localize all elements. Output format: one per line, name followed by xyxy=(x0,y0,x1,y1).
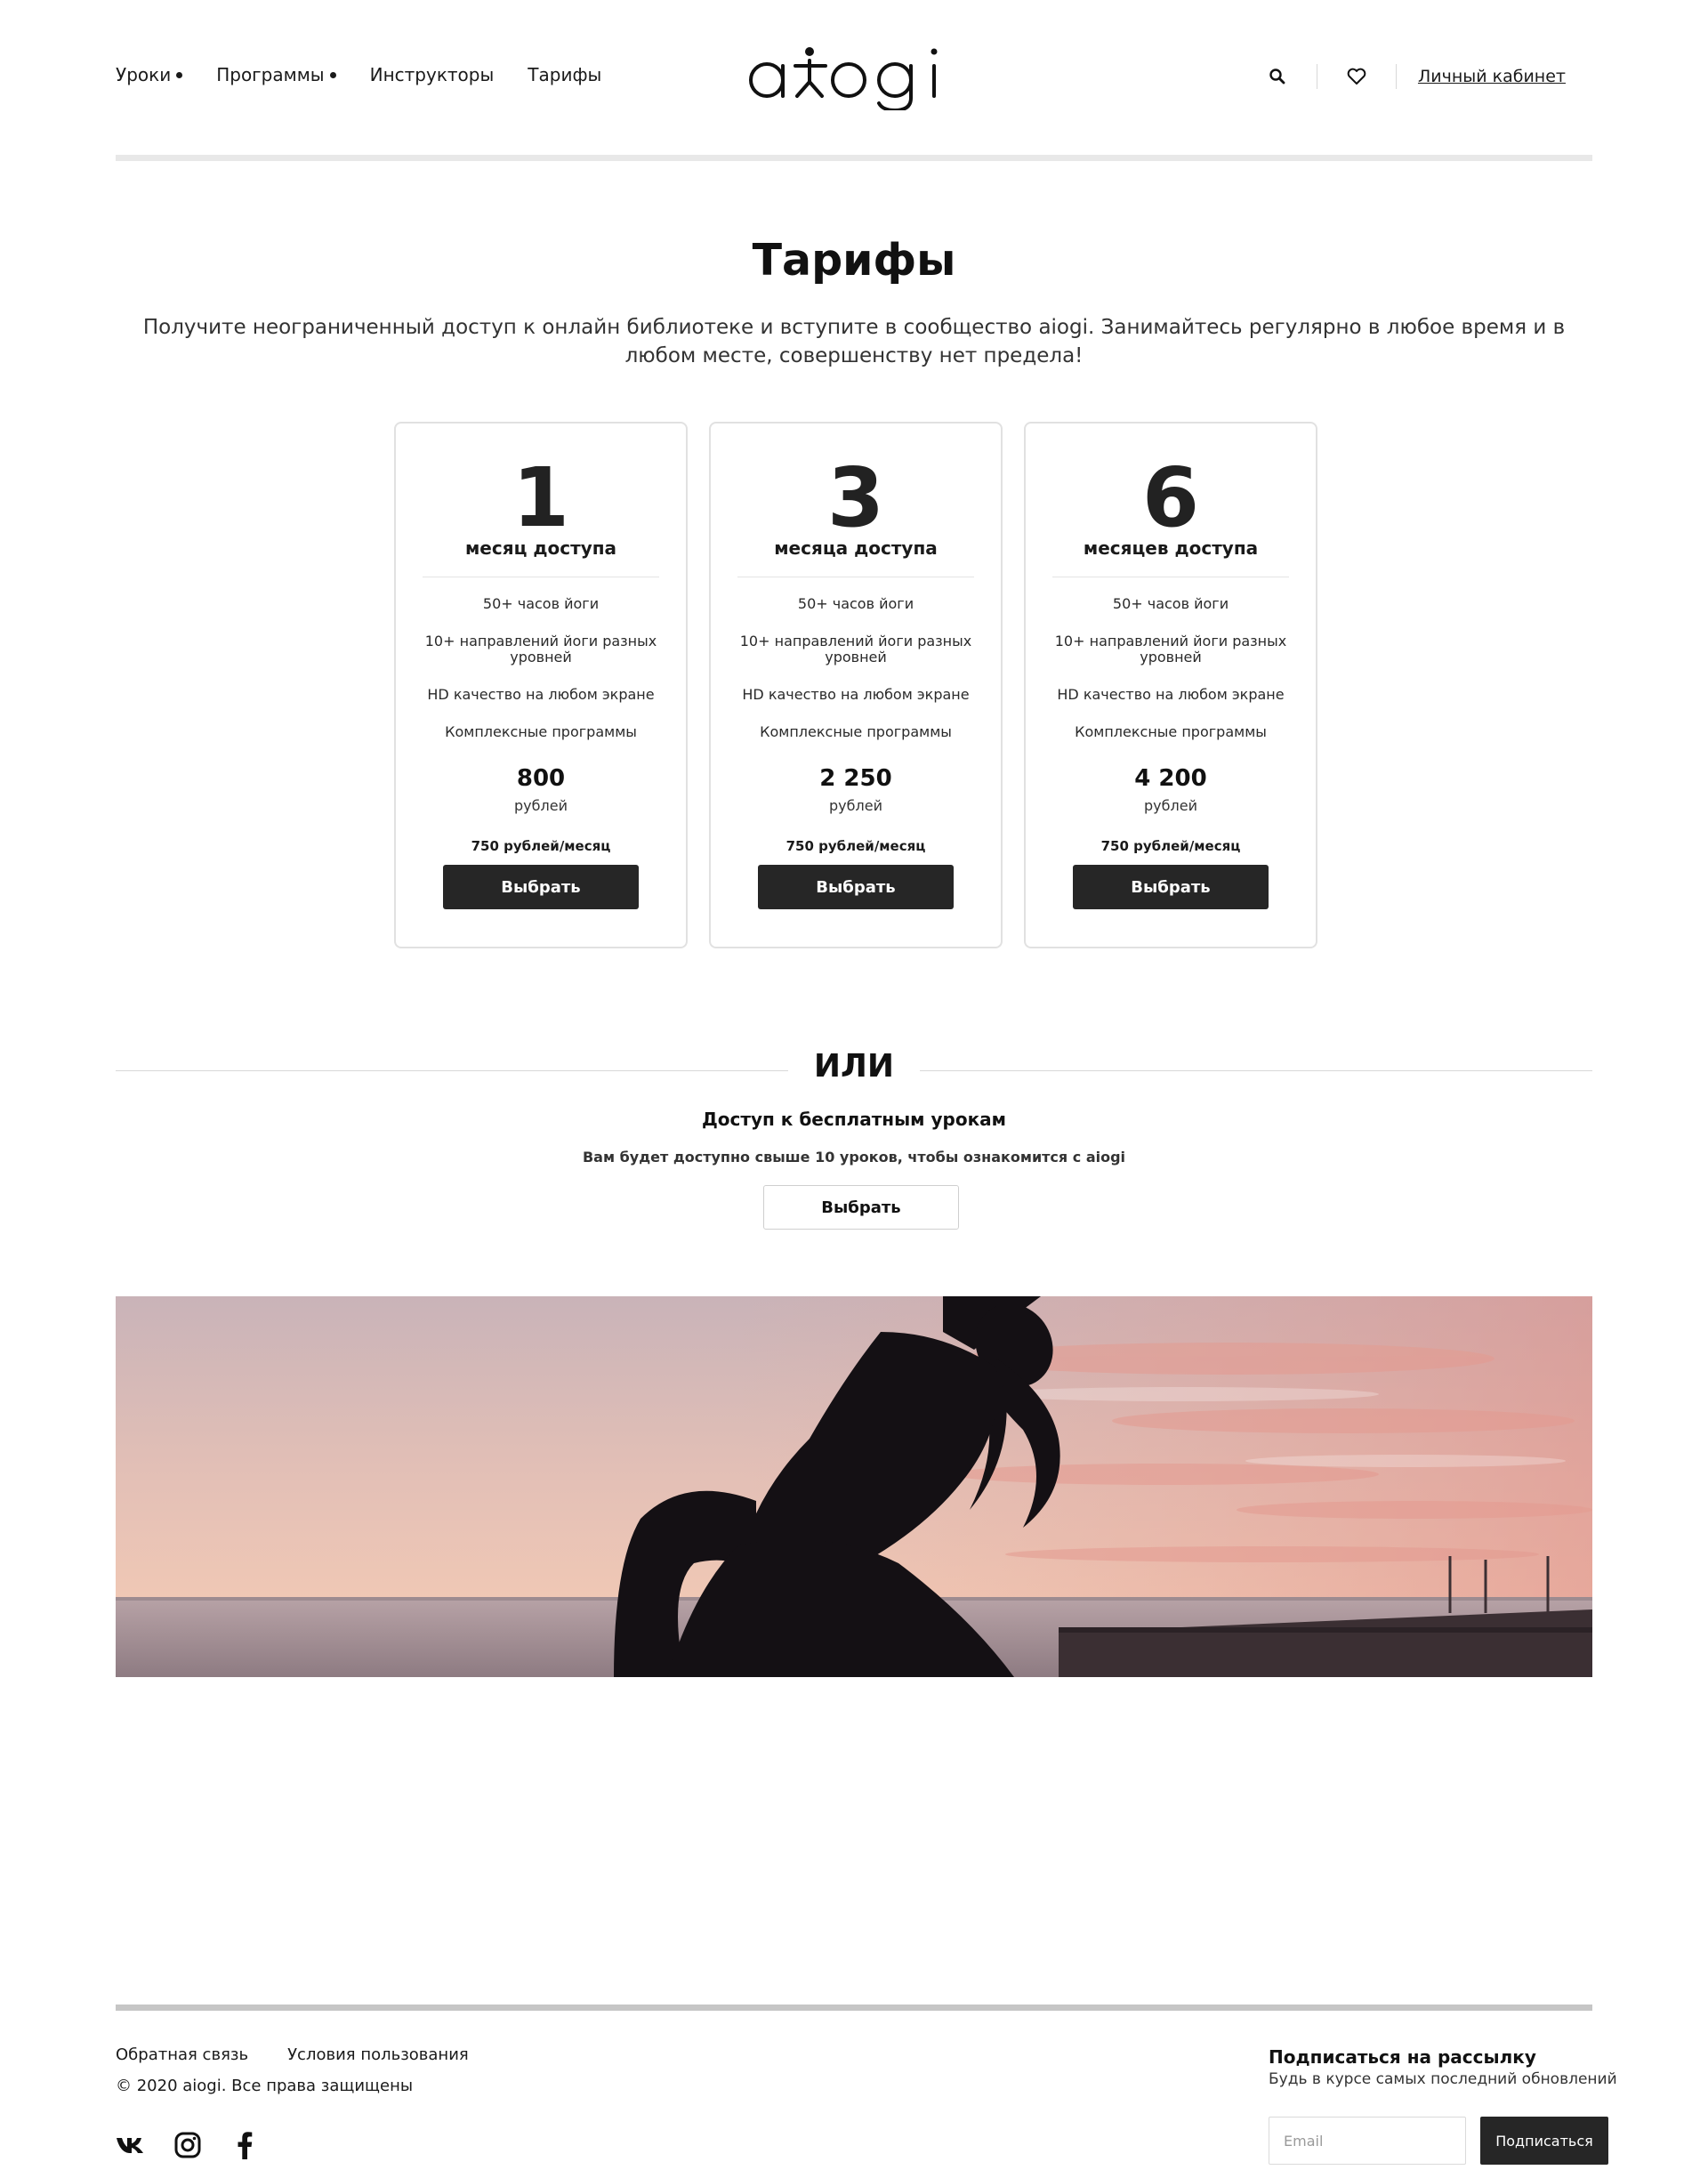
plan-duration-label: месяц доступа xyxy=(464,537,617,559)
plan-feature: HD качество на любом экране xyxy=(427,686,655,703)
divider xyxy=(920,1070,1592,1071)
plan-currency: рублей xyxy=(829,797,882,814)
plan-feature: HD качество на любом экране xyxy=(1057,686,1285,703)
email-field[interactable] xyxy=(1269,2117,1466,2165)
aiogi-logo[interactable] xyxy=(747,39,961,113)
plan-feature: 50+ часов йоги xyxy=(797,595,914,612)
plan-price: 4 200 xyxy=(1134,765,1207,792)
dropdown-dot-icon xyxy=(329,71,336,78)
plan-features: 50+ часов йоги 10+ направлений йоги разн… xyxy=(737,596,974,762)
nav-item-label: Тарифы xyxy=(528,64,602,85)
social-links xyxy=(116,2130,286,2160)
site-header: Уроки Программы Инструкторы Тарифы Личны… xyxy=(116,0,1592,160)
select-free-button[interactable]: Выбрать xyxy=(763,1185,959,1230)
header-divider xyxy=(116,155,1592,161)
nav-item-label: Уроки xyxy=(116,64,172,85)
subscribe-button[interactable]: Подписаться xyxy=(1480,2117,1608,2165)
plan-currency: рублей xyxy=(1144,797,1197,814)
plan-card-1-month: 1 месяц доступа 50+ часов йоги 10+ напра… xyxy=(394,422,688,948)
plan-feature: 10+ направлений йоги разных уровней xyxy=(739,633,972,666)
feedback-link[interactable]: Обратная связь xyxy=(116,2045,248,2064)
subscribe-title: Подписаться на рассылку xyxy=(1269,2046,1536,2068)
plans-grid: 1 месяц доступа 50+ часов йоги 10+ напра… xyxy=(394,422,1317,948)
dropdown-dot-icon xyxy=(176,71,183,78)
nav-item-instructors[interactable]: Инструкторы xyxy=(370,64,495,85)
nav-item-label: Программы xyxy=(216,64,325,85)
free-access-description: Вам будет доступно свыше 10 уроков, чтоб… xyxy=(582,1149,1126,1166)
instagram-icon[interactable] xyxy=(173,2130,203,2160)
plan-features: 50+ часов йоги 10+ направлений йоги разн… xyxy=(1052,596,1289,762)
plan-monthly-price: 750 рублей/месяц xyxy=(786,838,926,854)
or-label: ИЛИ xyxy=(813,1048,895,1085)
plan-feature: 10+ направлений йоги разных уровней xyxy=(1054,633,1287,666)
plan-duration-label: месяца доступа xyxy=(774,537,938,559)
nav-item-programs[interactable]: Программы xyxy=(216,64,336,85)
plan-duration: 3 xyxy=(826,450,884,545)
nav-item-label: Инструкторы xyxy=(369,64,495,85)
account-link[interactable]: Личный кабинет xyxy=(1418,67,1566,86)
vk-icon[interactable] xyxy=(116,2130,146,2160)
plan-duration: 1 xyxy=(512,450,569,545)
copyright: © 2020 aiogi. Все права защищены xyxy=(116,2077,414,2095)
plan-feature: Комплексные программы xyxy=(1075,723,1267,740)
footer-links: Обратная связь Условия пользования xyxy=(116,2045,508,2064)
select-plan-button[interactable]: Выбрать xyxy=(443,865,639,909)
plan-currency: рублей xyxy=(514,797,568,814)
nav-item-tariffs[interactable]: Тарифы xyxy=(528,64,601,85)
divider xyxy=(1395,64,1397,89)
plan-price: 800 xyxy=(516,765,566,792)
hero-image-yoga-sunset xyxy=(116,1296,1592,1677)
plan-monthly-price: 750 рублей/месяц xyxy=(1100,838,1241,854)
main-nav: Уроки Программы Инструкторы Тарифы xyxy=(116,64,635,85)
plan-features: 50+ часов йоги 10+ направлений йоги разн… xyxy=(423,596,659,762)
plan-card-6-months: 6 месяцев доступа 50+ часов йоги 10+ нап… xyxy=(1024,422,1317,948)
free-access-title: Доступ к бесплатным урокам xyxy=(701,1109,1007,1130)
plan-feature: 10+ направлений йоги разных уровней xyxy=(424,633,657,666)
plan-feature: Комплексные программы xyxy=(445,723,637,740)
select-plan-button[interactable]: Выбрать xyxy=(1073,865,1269,909)
or-separator: ИЛИ xyxy=(116,1048,1592,1093)
plan-feature: 50+ часов йоги xyxy=(1112,595,1229,612)
subscribe-subtitle: Будь в курсе самых последний обновлений xyxy=(1269,2070,1617,2088)
heart-icon[interactable] xyxy=(1339,59,1374,94)
plan-feature: HD качество на любом экране xyxy=(742,686,970,703)
logo-mark xyxy=(749,47,938,113)
plan-feature: 50+ часов йоги xyxy=(482,595,600,612)
footer-divider xyxy=(116,2005,1592,2011)
plan-card-3-months: 3 месяца доступа 50+ часов йоги 10+ напр… xyxy=(709,422,1003,948)
plan-price: 2 250 xyxy=(819,765,892,792)
header-actions: Личный кабинет xyxy=(1260,59,1566,94)
terms-link[interactable]: Условия пользования xyxy=(287,2045,469,2064)
page-title: Тарифы xyxy=(752,235,956,286)
search-icon[interactable] xyxy=(1260,59,1295,94)
nav-item-lessons[interactable]: Уроки xyxy=(116,64,183,85)
page-subtitle: Получите неограниченный доступ к онлайн … xyxy=(142,316,1566,367)
plan-monthly-price: 750 рублей/месяц xyxy=(471,838,611,854)
plan-duration-label: месяцев доступа xyxy=(1083,537,1259,559)
plan-duration: 6 xyxy=(1141,450,1199,545)
plan-feature: Комплексные программы xyxy=(760,723,952,740)
sunset-yoga-illustration xyxy=(116,1296,1592,1677)
facebook-icon[interactable] xyxy=(230,2130,260,2160)
select-plan-button[interactable]: Выбрать xyxy=(758,865,954,909)
